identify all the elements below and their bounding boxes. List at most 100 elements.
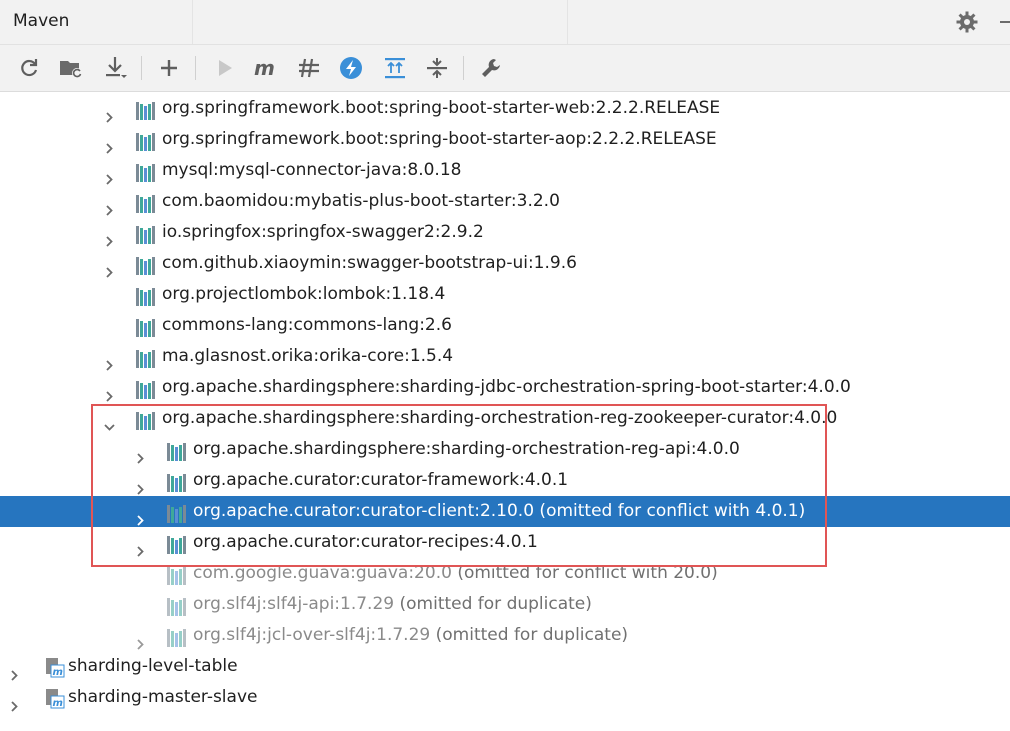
- lightning-icon[interactable]: [337, 54, 365, 82]
- node-label: ma.glasnost.orika:orika-core:1.5.4: [162, 346, 454, 366]
- node-label: org.projectlombok:lombok:1.18.4: [162, 284, 446, 304]
- dependency-node[interactable]: com.github.xiaoymin:swagger-bootstrap-ui…: [0, 248, 1010, 279]
- library-icon: [135, 224, 157, 244]
- node-label: org.slf4j:jcl-over-slf4j:1.7.29: [193, 625, 431, 645]
- omitted-note: (omitted for conflict with 4.0.1): [534, 501, 806, 521]
- library-icon: [166, 503, 188, 523]
- plus-icon[interactable]: [155, 54, 183, 82]
- library-icon: [135, 410, 157, 430]
- tool-window-header: Maven: [0, 0, 1010, 45]
- chevron-right-icon[interactable]: [104, 351, 115, 371]
- chevron-right-icon[interactable]: [9, 661, 20, 681]
- dependency-node[interactable]: com.google.guava:guava:20.0 (omitted for…: [0, 558, 1010, 589]
- dependency-node[interactable]: io.springfox:springfox-swagger2:2.9.2: [0, 217, 1010, 248]
- node-label: org.apache.curator:curator-framework:4.0…: [193, 470, 569, 490]
- node-label: mysql:mysql-connector-java:8.0.18: [162, 160, 462, 180]
- gear-icon[interactable]: [955, 10, 979, 34]
- node-label: commons-lang:commons-lang:2.6: [162, 315, 452, 335]
- library-icon: [135, 379, 157, 399]
- expand-all-icon[interactable]: [381, 54, 409, 82]
- node-label: com.baomidou:mybatis-plus-boot-starter:3…: [162, 191, 560, 211]
- dependency-tree: org.springframework.boot:spring-boot-sta…: [0, 92, 1010, 731]
- node-label: com.google.guava:guava:20.0: [193, 563, 452, 583]
- omitted-note: (omitted for conflict with 20.0): [451, 563, 718, 583]
- chevron-right-icon[interactable]: [135, 537, 146, 557]
- library-icon: [135, 193, 157, 213]
- collapse-all-icon[interactable]: [423, 54, 451, 82]
- node-label: io.springfox:springfox-swagger2:2.9.2: [162, 222, 484, 242]
- maven-toolbar: m: [0, 45, 1010, 92]
- node-label: com.github.xiaoymin:swagger-bootstrap-ui…: [162, 253, 577, 273]
- dependency-node[interactable]: mysql:mysql-connector-java:8.0.18: [0, 155, 1010, 186]
- wrench-icon[interactable]: [477, 54, 505, 82]
- chevron-right-icon[interactable]: [135, 506, 146, 526]
- chevron-right-icon[interactable]: [104, 134, 115, 154]
- dependency-node[interactable]: commons-lang:commons-lang:2.6: [0, 310, 1010, 341]
- panel-title: Maven: [13, 11, 70, 31]
- node-label: org.apache.shardingsphere:sharding-orche…: [193, 439, 740, 459]
- dependency-node-selected[interactable]: org.apache.curator:curator-client:2.10.0…: [0, 496, 1010, 527]
- minimize-icon[interactable]: [1000, 21, 1010, 23]
- toolbar-separator: [141, 56, 142, 80]
- maven-m-icon[interactable]: m: [252, 54, 280, 82]
- dependency-node[interactable]: org.apache.curator:curator-recipes:4.0.1: [0, 527, 1010, 558]
- chevron-down-icon[interactable]: [104, 413, 115, 431]
- library-icon: [135, 255, 157, 275]
- header-divider: [567, 0, 568, 44]
- chevron-right-icon[interactable]: [9, 692, 20, 712]
- dependency-node[interactable]: org.apache.shardingsphere:sharding-orche…: [0, 403, 1010, 434]
- omitted-note: (omitted for duplicate): [394, 594, 592, 614]
- node-label: org.apache.curator:curator-recipes:4.0.1: [193, 532, 538, 552]
- toolbar-separator: [195, 56, 196, 80]
- library-icon: [135, 286, 157, 306]
- chevron-right-icon[interactable]: [135, 475, 146, 495]
- folder-sync-icon[interactable]: [57, 54, 85, 82]
- svg-text:m: m: [53, 667, 63, 678]
- dependency-node[interactable]: org.slf4j:slf4j-api:1.7.29 (omitted for …: [0, 589, 1010, 620]
- dependency-node[interactable]: org.projectlombok:lombok:1.18.4: [0, 279, 1010, 310]
- node-label: org.slf4j:slf4j-api:1.7.29: [193, 594, 395, 614]
- module-node[interactable]: m sharding-level-table: [0, 651, 1010, 682]
- maven-module-icon: m: [43, 687, 65, 709]
- node-label: org.springframework.boot:spring-boot-sta…: [162, 129, 717, 149]
- module-node[interactable]: m sharding-master-slave: [0, 682, 1010, 713]
- library-icon: [135, 317, 157, 337]
- node-label: org.springframework.boot:spring-boot-sta…: [162, 98, 721, 118]
- library-icon: [135, 100, 157, 120]
- library-icon: [166, 534, 188, 554]
- library-icon: [135, 131, 157, 151]
- dependency-node[interactable]: org.apache.curator:curator-framework:4.0…: [0, 465, 1010, 496]
- dependency-node[interactable]: com.baomidou:mybatis-plus-boot-starter:3…: [0, 186, 1010, 217]
- run-icon[interactable]: [211, 54, 239, 82]
- node-label: org.apache.curator:curator-client:2.10.0: [193, 501, 535, 521]
- chevron-right-icon[interactable]: [104, 227, 115, 247]
- library-icon: [166, 441, 188, 461]
- chevron-right-icon[interactable]: [104, 103, 115, 123]
- dependency-node[interactable]: org.springframework.boot:spring-boot-sta…: [0, 124, 1010, 155]
- dependency-node[interactable]: org.apache.shardingsphere:sharding-jdbc-…: [0, 372, 1010, 403]
- chevron-right-icon[interactable]: [135, 630, 146, 650]
- node-label: sharding-master-slave: [68, 687, 258, 707]
- node-label: org.apache.shardingsphere:sharding-orche…: [162, 408, 838, 428]
- toolbar-separator: [463, 56, 464, 80]
- skip-tests-icon[interactable]: [295, 54, 323, 82]
- chevron-right-icon[interactable]: [104, 382, 115, 402]
- library-icon: [135, 162, 157, 182]
- reload-icon[interactable]: [15, 54, 43, 82]
- library-icon: [166, 596, 188, 616]
- download-icon[interactable]: [101, 54, 129, 82]
- dependency-node[interactable]: ma.glasnost.orika:orika-core:1.5.4: [0, 341, 1010, 372]
- svg-text:m: m: [254, 57, 275, 79]
- chevron-right-icon[interactable]: [104, 165, 115, 185]
- node-label: org.apache.shardingsphere:sharding-jdbc-…: [162, 377, 851, 397]
- header-divider: [192, 0, 193, 44]
- chevron-right-icon[interactable]: [135, 444, 146, 464]
- dependency-node[interactable]: org.slf4j:jcl-over-slf4j:1.7.29 (omitted…: [0, 620, 1010, 651]
- chevron-right-icon[interactable]: [104, 196, 115, 216]
- library-icon: [166, 565, 188, 585]
- chevron-right-icon[interactable]: [104, 258, 115, 278]
- dependency-node[interactable]: org.apache.shardingsphere:sharding-orche…: [0, 434, 1010, 465]
- library-icon: [135, 348, 157, 368]
- maven-module-icon: m: [43, 656, 65, 678]
- dependency-node[interactable]: org.springframework.boot:spring-boot-sta…: [0, 93, 1010, 124]
